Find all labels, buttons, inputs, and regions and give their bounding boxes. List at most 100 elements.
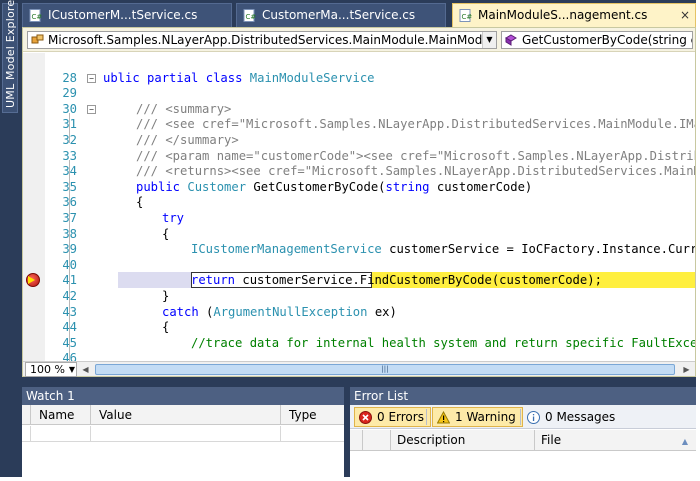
code-line: 42 return customerService.FindCustomerBy… — [45, 273, 695, 303]
csharp-file-icon: C# — [243, 9, 256, 22]
code-text: /// <returns><see cref="Microsoft.Sample… — [136, 164, 695, 179]
error-list-toolbar: 0 Errors 1 Warning 0 Messages — [350, 405, 696, 429]
tab-icustomermanagementservice[interactable]: C# ICustomerM...tService.cs — [22, 3, 232, 27]
chevron-down-icon: ▼ — [482, 32, 496, 48]
code-line: 34 /// <param name="customerCode"><see c… — [45, 149, 695, 179]
code-line: 29 − ublic partial class MainModuleServi… — [45, 71, 695, 101]
error-column-description[interactable]: Description — [390, 430, 534, 451]
close-tab-icon[interactable]: × — [680, 4, 690, 26]
code-line: 44 catch (ArgumentNullException ex) — [45, 305, 695, 335]
uml-model-explorer-label: UML Model Explorer — [4, 0, 17, 108]
error-list-title[interactable]: Error List — [350, 387, 696, 405]
horizontal-scrollbar[interactable]: ◀ ||| ▶ — [79, 363, 693, 376]
code-line: 46 //trace data for internal health syst… — [45, 335, 695, 361]
code-text: { — [162, 320, 170, 335]
code-text: //trace data for internal health system … — [191, 335, 695, 350]
watch-empty-row[interactable] — [22, 426, 344, 442]
code-line: 41 — [45, 258, 695, 287]
parameter: customerCode) — [436, 179, 533, 194]
watch-column-headers: Name Value Type — [22, 405, 344, 425]
watch-cell — [280, 426, 281, 442]
tab-mainmoduleservicemanagement[interactable]: C# MainModuleS...nagement.cs × — [452, 3, 696, 27]
keyword: string — [385, 179, 430, 194]
code-line: 31 − /// <summary> — [45, 102, 695, 132]
code-text: ICustomerManagementService customerServi… — [191, 242, 695, 258]
file-column-label: File — [541, 433, 562, 447]
code-line: 30 — [45, 86, 695, 116]
errors-filter-button[interactable]: 0 Errors — [354, 407, 431, 427]
error-list-panel: Error List 0 Errors 1 Warning 0 Messages… — [350, 387, 696, 477]
editor-status-bar: 100 % ▼ ◀ ||| ▶ — [23, 361, 695, 377]
method-icon — [505, 34, 517, 46]
toolbar-separator — [520, 409, 521, 425]
ide-window: UML Model Explorer C# ICustomerM...tServ… — [0, 0, 696, 477]
scroll-thumb[interactable]: ||| — [95, 364, 675, 375]
statement: customerService.FindCustomerByCode(custo… — [235, 273, 602, 288]
document-tabs: C# ICustomerM...tService.cs C# CustomerM… — [22, 3, 696, 27]
type-name: ICustomerManagementService — [191, 242, 382, 257]
code-line: 35 /// <returns><see cref="Microsoft.Sam… — [45, 164, 695, 194]
code-text: ublic partial class MainModuleService — [103, 71, 375, 87]
type-name: Customer — [187, 179, 247, 194]
zoom-dropdown[interactable]: 100 % ▼ — [25, 362, 77, 377]
keyword: class — [205, 70, 243, 85]
method-name: GetCustomerByCode( — [253, 179, 386, 194]
sort-ascending-icon: ▲ — [681, 437, 688, 446]
watch-cell — [30, 426, 31, 442]
csharp-file-icon: C# — [459, 9, 472, 22]
messages-count: 0 Messages — [545, 410, 616, 424]
code-text: catch (ArgumentNullException ex) — [162, 305, 397, 321]
watch-column-value[interactable]: Value — [90, 405, 280, 425]
indicator-margin[interactable] — [23, 53, 45, 361]
zoom-value: 100 % — [30, 363, 65, 376]
warnings-filter-button[interactable]: 1 Warning — [432, 407, 523, 427]
keyword: ublic — [103, 70, 140, 85]
keyword: catch — [162, 304, 199, 319]
tab-customermanagementservice[interactable]: C# CustomerMa...tService.cs — [236, 3, 446, 27]
scroll-left-icon[interactable]: ◀ — [79, 363, 92, 376]
member-dropdown[interactable]: GetCustomerByCode(string custo — [501, 31, 693, 49]
uml-model-explorer-tab[interactable]: UML Model Explorer — [2, 0, 18, 113]
watch-column-type[interactable]: Type — [280, 405, 344, 425]
statement: customerService = IoCFactory.Instance.Cu… — [389, 242, 695, 257]
errors-count: 0 Errors — [377, 410, 424, 424]
tab-label: MainModuleS...nagement.cs — [478, 8, 648, 22]
navigation-bar: Microsoft.Samples.NLayerApp.DistributedS… — [23, 28, 695, 52]
type-name: ArgumentNullException — [213, 304, 368, 319]
warning-icon — [437, 411, 450, 424]
class-icon — [31, 34, 44, 44]
code-view[interactable]: 28 29 − ublic partial class MainModuleSe… — [23, 53, 695, 361]
code-line: 32 /// <see cref="Microsoft.Samples.NLay… — [45, 117, 695, 147]
left-tool-strip: UML Model Explorer — [0, 0, 20, 477]
collapse-icon[interactable]: − — [87, 104, 96, 114]
code-line: 39 { — [45, 227, 695, 257]
code-text: public Customer GetCustomerByCode(string… — [136, 180, 532, 196]
chevron-down-icon: ▼ — [68, 365, 75, 374]
code-text: { — [136, 195, 144, 210]
collapse-icon[interactable]: − — [87, 73, 96, 83]
type-dropdown-value: Microsoft.Samples.NLayerApp.DistributedS… — [48, 33, 497, 47]
scroll-right-icon[interactable]: ▶ — [680, 363, 693, 376]
type-dropdown[interactable]: Microsoft.Samples.NLayerApp.DistributedS… — [27, 31, 497, 49]
csharp-file-icon: C# — [29, 9, 42, 22]
error-column-icon[interactable] — [362, 430, 390, 451]
code-line: 33 /// </summary> — [45, 133, 695, 163]
code-line: 37 { — [45, 195, 695, 225]
messages-filter-button[interactable]: 0 Messages — [522, 407, 622, 427]
keyword: public — [136, 179, 181, 194]
keyword: return — [191, 273, 236, 288]
member-dropdown-value: GetCustomerByCode(string custo — [522, 33, 692, 47]
code-line: 28 — [45, 55, 695, 85]
info-icon — [527, 411, 540, 424]
watch-panel-title[interactable]: Watch 1 — [22, 387, 344, 405]
type-name: MainModuleService — [249, 70, 375, 85]
toolbar-separator — [426, 409, 427, 425]
code-text: try — [162, 211, 185, 225]
watch-column-name[interactable]: Name — [30, 405, 90, 425]
code-line: 47 — [45, 351, 695, 361]
error-column-file[interactable]: File ▲ — [534, 430, 696, 451]
code-line: 36 public Customer GetCustomerByCode(str… — [45, 180, 695, 210]
code-text: return customerService.FindCustomerByCod… — [191, 273, 602, 289]
error-list-column-headers: Description File ▲ — [350, 430, 696, 451]
svg-text:C#: C# — [462, 13, 473, 21]
